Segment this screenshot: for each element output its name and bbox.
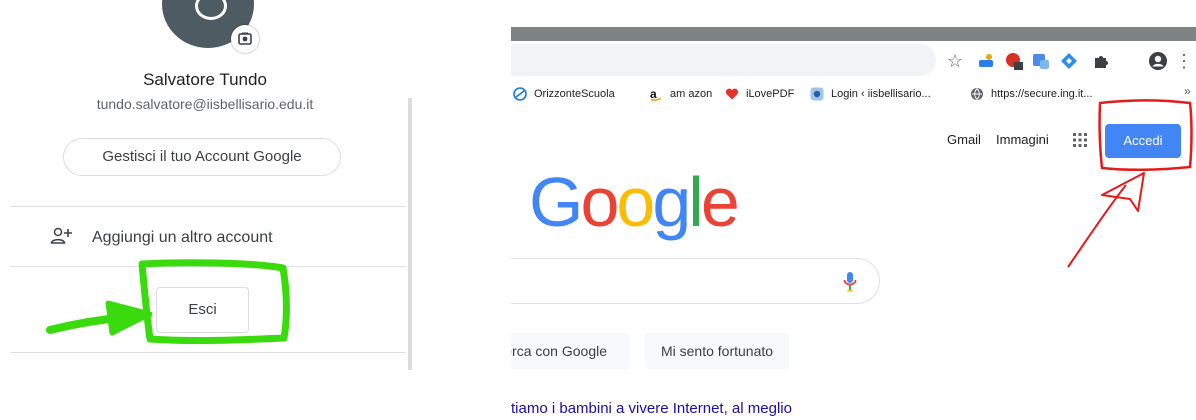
heart-icon bbox=[725, 88, 739, 100]
gap bbox=[416, 0, 511, 420]
lucky-button[interactable]: Mi sento fortunato bbox=[645, 333, 789, 369]
address-bar[interactable] bbox=[511, 44, 936, 76]
bookmark-item[interactable]: a am azon bbox=[649, 86, 712, 102]
puzzle-icon[interactable] bbox=[1090, 50, 1112, 72]
search-input[interactable] bbox=[460, 258, 880, 304]
amazon-icon: a bbox=[650, 87, 662, 101]
logo-letter: g bbox=[652, 163, 691, 241]
extension-icon[interactable] bbox=[1003, 50, 1025, 72]
profile-icon[interactable] bbox=[1147, 50, 1169, 72]
gmail-link[interactable]: Gmail bbox=[947, 132, 981, 147]
tab-strip bbox=[511, 27, 1196, 41]
arrow-head bbox=[1101, 172, 1145, 212]
bookmark-label: Login ‹ iisbellisario... bbox=[831, 88, 931, 100]
logo-letter: l bbox=[688, 163, 703, 241]
globe-icon bbox=[513, 87, 527, 101]
extension-icon[interactable] bbox=[975, 50, 997, 72]
bookmark-label: iLovePDF bbox=[746, 88, 795, 100]
star-icon[interactable]: ☆ bbox=[944, 50, 966, 72]
bookmark-label: am azon bbox=[670, 88, 713, 100]
green-annotation bbox=[46, 259, 290, 345]
promo-link[interactable]: tiamo i bambini a vivere Internet, al me… bbox=[511, 400, 792, 417]
highlight-box bbox=[1098, 99, 1193, 172]
svg-text:a: a bbox=[650, 87, 657, 101]
highlight-box bbox=[138, 259, 290, 345]
logo-letter: G bbox=[529, 163, 583, 241]
bookmark-label: OrizzonteScuola bbox=[534, 88, 615, 100]
site-icon bbox=[810, 87, 824, 101]
logo-letter: e bbox=[700, 163, 740, 241]
google-logo: Google bbox=[529, 162, 740, 242]
logo-letter: o bbox=[580, 163, 619, 241]
microphone-icon[interactable] bbox=[843, 271, 857, 293]
bookmark-item[interactable]: Login ‹ iisbellisario... bbox=[810, 86, 931, 102]
red-annotation bbox=[1067, 99, 1193, 268]
logo-letter: o bbox=[616, 163, 655, 241]
globe-icon bbox=[971, 88, 983, 100]
extension-icon[interactable] bbox=[1058, 50, 1080, 72]
bookmark-item[interactable]: OrizzonteScuola bbox=[513, 86, 615, 102]
kebab-menu-icon[interactable]: ⋮ bbox=[1175, 50, 1193, 72]
extension-icon[interactable] bbox=[1030, 50, 1052, 72]
bookmark-item[interactable]: iLovePDF bbox=[725, 86, 794, 102]
